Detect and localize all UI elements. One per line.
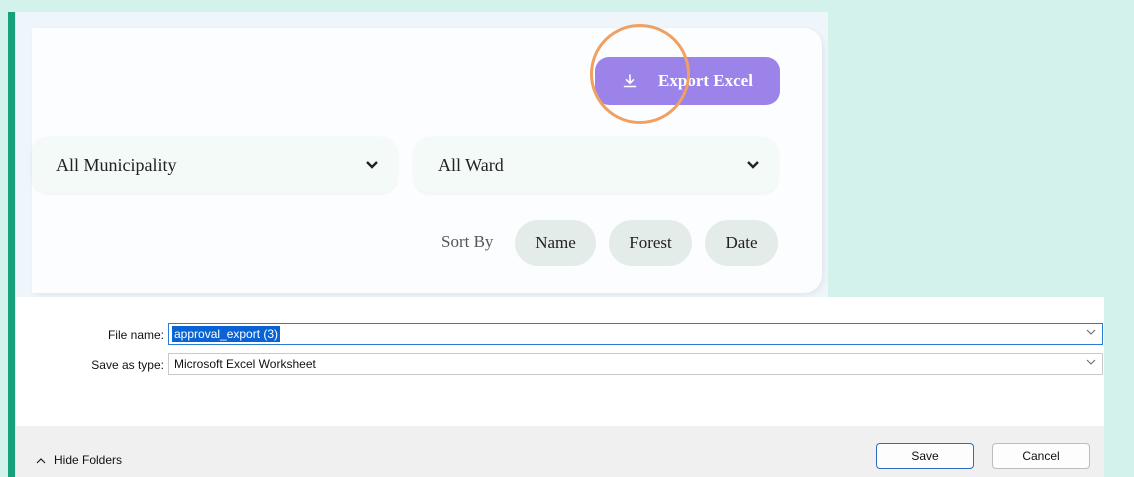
file-name-input[interactable]: approval_export (3) xyxy=(168,323,1103,345)
sort-by-label: Sort By xyxy=(441,232,494,251)
save-as-type-label: Save as type: xyxy=(91,358,164,372)
export-excel-label: Export Excel xyxy=(658,71,753,90)
municipality-select[interactable]: All Municipality xyxy=(32,137,397,193)
ward-select[interactable]: All Ward xyxy=(414,137,778,193)
sort-name-button[interactable]: Name xyxy=(515,220,596,266)
file-name-label: File name: xyxy=(107,328,164,342)
save-as-type-select[interactable]: Microsoft Excel Worksheet xyxy=(168,353,1103,375)
save-button[interactable]: Save xyxy=(876,443,974,469)
save-as-type-value: Microsoft Excel Worksheet xyxy=(174,357,316,371)
chevron-down-icon xyxy=(365,160,379,170)
export-excel-button[interactable]: Export Excel xyxy=(595,57,780,105)
chevron-down-icon xyxy=(746,160,760,170)
dialog-footer: Hide Folders Save Cancel xyxy=(16,426,1104,477)
chevron-down-icon[interactable] xyxy=(1086,328,1096,336)
hide-folders-button[interactable]: Hide Folders xyxy=(36,453,122,467)
municipality-select-value: All Municipality xyxy=(56,154,177,175)
chevron-down-icon[interactable] xyxy=(1086,358,1096,366)
left-accent-bar xyxy=(8,12,15,477)
chevron-up-icon xyxy=(36,457,46,464)
sort-forest-button[interactable]: Forest xyxy=(609,220,692,266)
cancel-button[interactable]: Cancel xyxy=(992,443,1090,469)
save-file-dialog: File name: approval_export (3) Save as t… xyxy=(16,297,1104,477)
download-icon xyxy=(622,73,638,89)
file-name-value: approval_export (3) xyxy=(172,326,281,342)
hide-folders-label: Hide Folders xyxy=(54,453,123,467)
sort-date-button[interactable]: Date xyxy=(705,220,778,266)
ward-select-value: All Ward xyxy=(438,154,504,175)
